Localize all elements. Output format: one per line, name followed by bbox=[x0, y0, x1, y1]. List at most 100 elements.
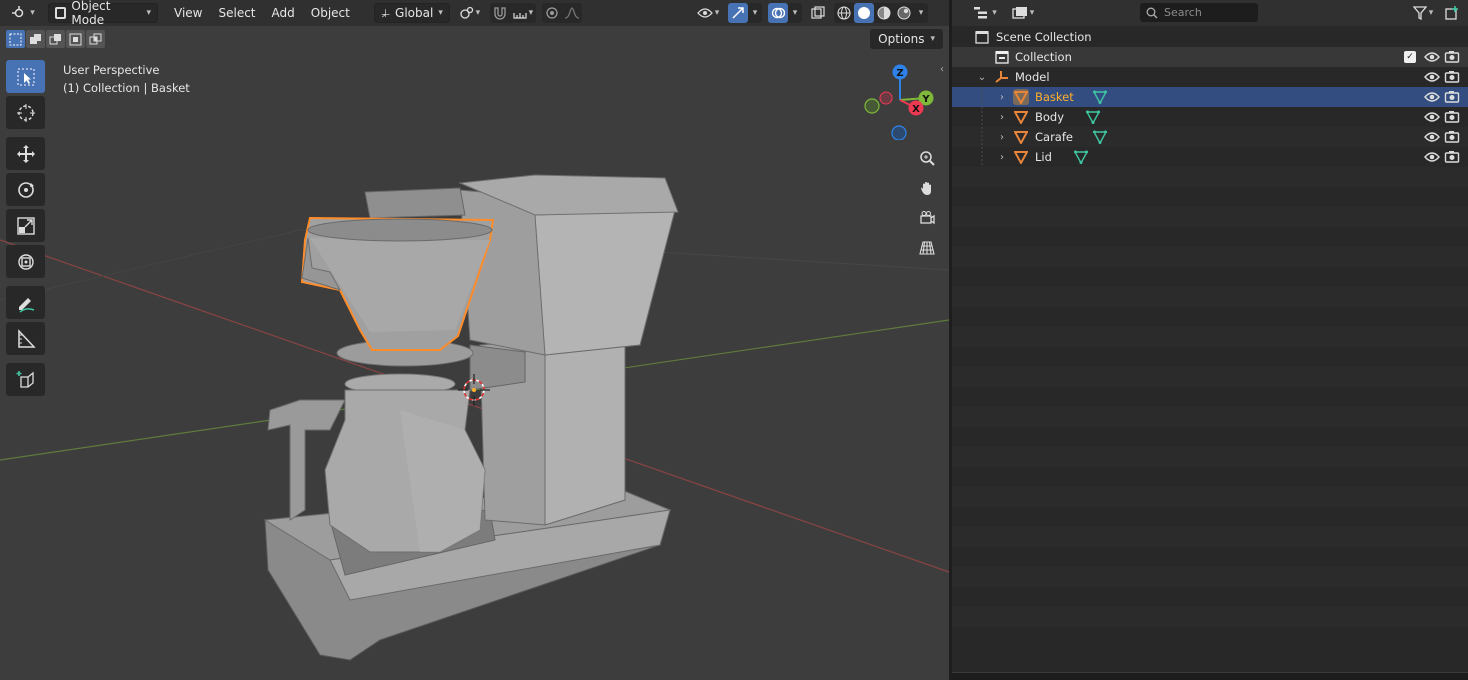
mesh-data-icon[interactable] bbox=[1092, 129, 1108, 145]
mode-label: Object Mode bbox=[71, 0, 111, 27]
select-intersect-icon bbox=[89, 33, 102, 44]
empty-row bbox=[952, 467, 1468, 487]
outliner-row-scene-collection[interactable]: Scene Collection bbox=[952, 27, 1468, 47]
tool-transform[interactable] bbox=[6, 245, 45, 278]
shading-solid-button[interactable] bbox=[854, 3, 874, 23]
chevron-down-icon: ▾ bbox=[752, 8, 758, 18]
falloff-curve-icon bbox=[564, 7, 579, 19]
orientation-label: Global bbox=[395, 6, 434, 20]
chevron-down-icon: ▾ bbox=[528, 8, 534, 18]
overlays-dropdown[interactable]: ▾ bbox=[788, 3, 802, 23]
snap-toggle[interactable] bbox=[490, 3, 510, 23]
camera-render-icon[interactable] bbox=[1444, 149, 1460, 165]
navigation-gizmo[interactable]: Z Y X bbox=[860, 60, 940, 140]
zoom-button[interactable] bbox=[914, 145, 940, 171]
outliner-row-body[interactable]: › Body bbox=[952, 107, 1468, 127]
menu-select[interactable]: Select bbox=[210, 3, 263, 23]
empty-row bbox=[952, 607, 1468, 627]
overlays-toggle[interactable] bbox=[768, 3, 788, 23]
proportional-editing-toggle[interactable] bbox=[542, 3, 562, 23]
camera-render-icon[interactable] bbox=[1444, 69, 1460, 85]
visibility-dropdown[interactable]: ▾ bbox=[694, 3, 722, 23]
display-mode-dropdown[interactable]: ▾ bbox=[1008, 3, 1038, 23]
outliner-row-model[interactable]: ⌄ Model bbox=[952, 67, 1468, 87]
chevron-down-icon: ▾ bbox=[1029, 8, 1035, 18]
eye-icon[interactable] bbox=[1424, 89, 1440, 105]
tool-scale[interactable] bbox=[6, 209, 45, 242]
camera-render-icon[interactable] bbox=[1444, 49, 1460, 65]
filter-dropdown[interactable]: ▾ bbox=[1408, 3, 1438, 23]
sidebar-collapse-arrow[interactable]: ‹ bbox=[940, 64, 949, 82]
gizmo-dropdown[interactable]: ▾ bbox=[748, 3, 762, 23]
camera-view-button[interactable] bbox=[914, 205, 940, 231]
gizmo-y-label: Y bbox=[921, 94, 930, 105]
shading-dropdown[interactable]: ▾ bbox=[914, 3, 928, 23]
outliner-tree: Scene Collection Collection ✓ ⌄ Model › … bbox=[952, 27, 1468, 647]
tool-rotate[interactable] bbox=[6, 173, 45, 206]
select-intersect-button[interactable] bbox=[86, 30, 105, 48]
selection-mode-group bbox=[6, 30, 105, 48]
menu-view[interactable]: View bbox=[166, 3, 210, 23]
projection-toggle-button[interactable] bbox=[914, 235, 940, 261]
tool-add-cube[interactable] bbox=[6, 363, 45, 396]
gizmo-toggle[interactable] bbox=[728, 3, 748, 23]
chevron-down-icon: ▾ bbox=[146, 8, 151, 18]
gizmo-neg-x-axis bbox=[879, 91, 893, 105]
mesh-data-icon[interactable] bbox=[1085, 109, 1101, 125]
outliner-row-basket[interactable]: › Basket bbox=[952, 87, 1468, 107]
tool-measure[interactable] bbox=[6, 322, 45, 355]
menu-add[interactable]: Add bbox=[264, 3, 303, 23]
select-subtract-icon bbox=[49, 33, 61, 44]
3d-viewport[interactable]: ▾ Object Mode ▾ View Select Add Object G… bbox=[0, 0, 949, 680]
empty-row bbox=[952, 587, 1468, 607]
camera-icon bbox=[920, 211, 935, 225]
xray-toggle[interactable] bbox=[808, 3, 828, 23]
eye-icon[interactable] bbox=[1424, 129, 1440, 145]
orientation-icon bbox=[381, 9, 390, 18]
options-dropdown[interactable]: Options ▾ bbox=[870, 29, 943, 49]
new-collection-button[interactable] bbox=[1442, 3, 1462, 23]
empty-row bbox=[952, 407, 1468, 427]
tool-cursor[interactable] bbox=[6, 96, 45, 129]
shading-material-button[interactable] bbox=[874, 3, 894, 23]
outliner-editor-type-button[interactable]: ▾ bbox=[968, 3, 1002, 23]
row-label: Body bbox=[1035, 110, 1065, 124]
eye-icon[interactable] bbox=[1424, 49, 1440, 65]
eye-icon[interactable] bbox=[1424, 109, 1440, 125]
empty-row bbox=[952, 507, 1468, 527]
measure-ruler-icon bbox=[17, 328, 36, 348]
camera-render-icon[interactable] bbox=[1444, 129, 1460, 145]
menu-object[interactable]: Object bbox=[303, 3, 358, 23]
search-icon bbox=[1146, 7, 1158, 19]
outliner-row-collection[interactable]: Collection ✓ bbox=[952, 47, 1468, 67]
pivot-point-button[interactable]: ▾ bbox=[456, 3, 484, 23]
snap-target-dropdown[interactable]: ▾ bbox=[510, 3, 536, 23]
outliner-search-input[interactable]: Search bbox=[1140, 3, 1258, 22]
select-invert-button[interactable] bbox=[66, 30, 85, 48]
eye-icon[interactable] bbox=[1424, 69, 1440, 85]
transform-orientation-dropdown[interactable]: Global ▾ bbox=[373, 3, 450, 23]
tool-move[interactable] bbox=[6, 137, 45, 170]
tool-select-box[interactable] bbox=[6, 60, 45, 93]
shading-wireframe-button[interactable] bbox=[834, 3, 854, 23]
pan-button[interactable] bbox=[914, 175, 940, 201]
select-subtract-button[interactable] bbox=[46, 30, 65, 48]
mesh-data-icon[interactable] bbox=[1092, 89, 1108, 105]
outliner-row-lid[interactable]: › Lid bbox=[952, 147, 1468, 167]
options-label: Options bbox=[878, 32, 925, 46]
empty-row bbox=[952, 267, 1468, 287]
eye-icon[interactable] bbox=[1424, 149, 1440, 165]
select-new-button[interactable] bbox=[6, 30, 25, 48]
camera-render-icon[interactable] bbox=[1444, 109, 1460, 125]
outliner-row-carafe[interactable]: › Carafe bbox=[952, 127, 1468, 147]
scene-render[interactable] bbox=[0, 0, 949, 680]
mesh-data-icon[interactable] bbox=[1073, 149, 1089, 165]
camera-render-icon[interactable] bbox=[1444, 89, 1460, 105]
exclude-checkbox[interactable]: ✓ bbox=[1404, 51, 1416, 63]
mode-dropdown[interactable]: Object Mode ▾ bbox=[48, 0, 158, 27]
falloff-dropdown[interactable] bbox=[562, 3, 582, 23]
shading-rendered-button[interactable] bbox=[894, 3, 914, 23]
tool-annotate[interactable] bbox=[6, 286, 45, 319]
editor-type-button[interactable]: ▾ bbox=[6, 3, 40, 23]
select-extend-button[interactable] bbox=[26, 30, 45, 48]
